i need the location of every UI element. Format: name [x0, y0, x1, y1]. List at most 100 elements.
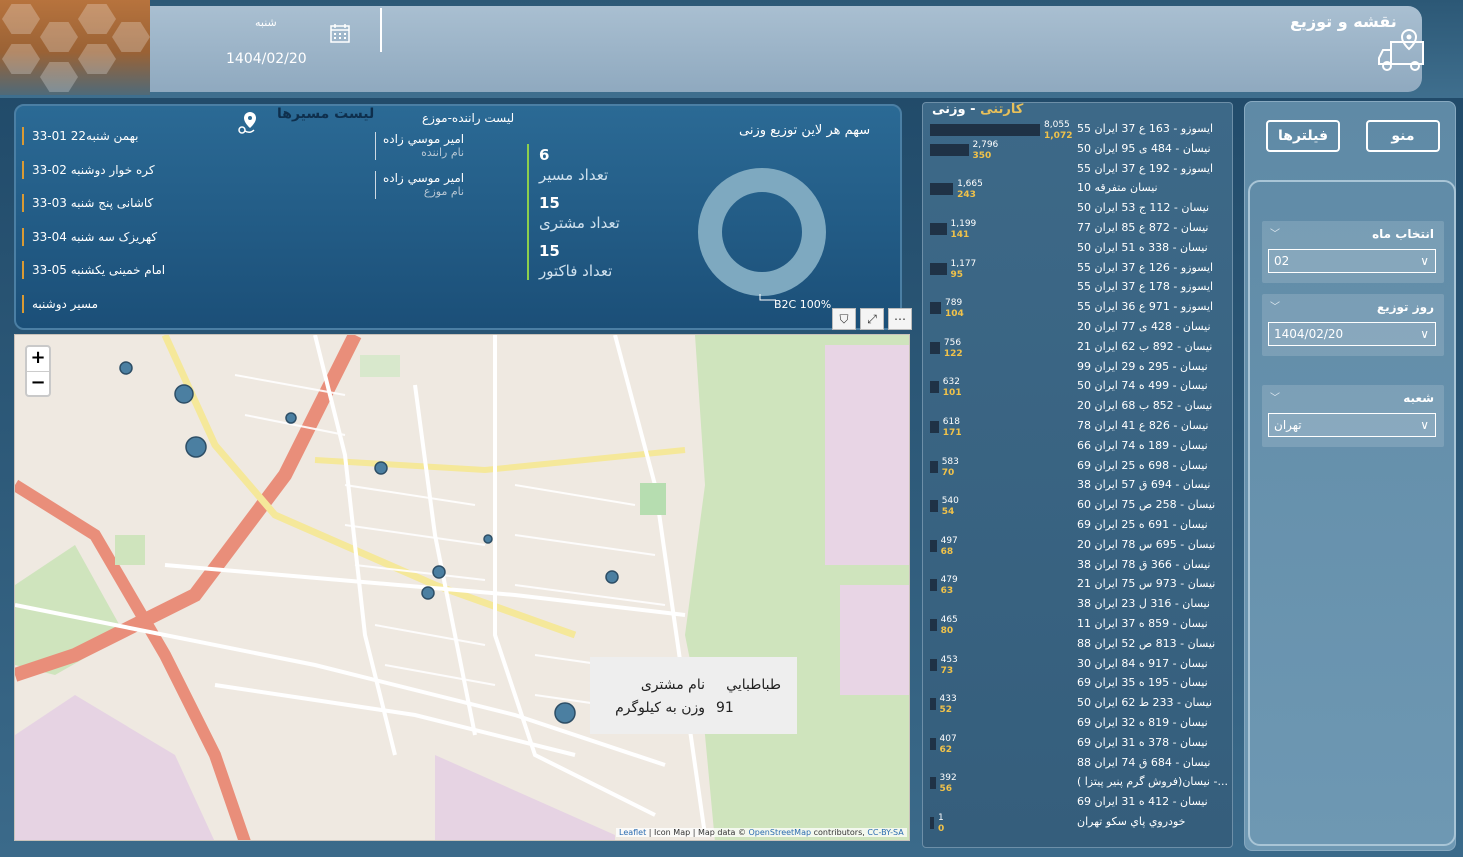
carton-value: 56	[939, 784, 953, 795]
route-item[interactable]: کاشانی پنج شنبه 03-33	[22, 194, 222, 212]
route-item[interactable]: مسیر دوشنبه	[22, 295, 222, 313]
filter-month: ﹀ انتخاب ماه 02 ∨	[1262, 221, 1444, 283]
osm-link[interactable]: OpenStreetMap	[749, 828, 812, 837]
weight-bar	[930, 302, 941, 315]
truck-label: نیسان - 484 ی 95 ایران 50	[1077, 141, 1211, 155]
list-item[interactable]: 392 56 نیسان(فروش گرم پنیر پیتزا ) -...	[928, 773, 1228, 795]
map-attribution: Leaflet | Icon Map | Map data © OpenStre…	[616, 828, 907, 837]
kpi-routes-value: 6	[539, 146, 550, 164]
tooltip-name-value: طباطبايي	[726, 677, 781, 693]
month-select[interactable]: 02 ∨	[1268, 249, 1436, 273]
chevron-up-icon[interactable]: ﹀	[1270, 389, 1280, 404]
weight-value: 618	[942, 417, 960, 427]
truck-label: ایسوزو - 126 ع 37 ایران 55	[1077, 260, 1214, 274]
list-item[interactable]: نیسان - 316 ل 23 ایران 38	[928, 597, 1228, 617]
list-item[interactable]: 1,665 243 نیسان متفرقه 10	[928, 179, 1228, 201]
more-options-icon[interactable]: ⋯	[888, 308, 912, 330]
list-item[interactable]: نیسان - 684 ق 74 ایران 88	[928, 756, 1228, 776]
list-item[interactable]: 407 62 نیسان - 378 ه 31 ایران 69	[928, 734, 1228, 756]
kpi-customers-value: 15	[539, 194, 560, 212]
list-item[interactable]: 618 171 نیسان - 826 ع 41 ایران 78	[928, 417, 1228, 439]
weight-value: 1,665	[957, 179, 983, 190]
tooltip-weight-label: وزن به کیلوگرم	[615, 700, 705, 716]
distributor-name: امير موسي زاده	[383, 171, 465, 185]
map[interactable]	[14, 334, 910, 841]
weight-bar	[930, 539, 937, 552]
day-label: شنبه	[255, 16, 277, 29]
weight-bar	[930, 381, 939, 394]
list-item[interactable]: نیسان - 189 ه 74 ایران 66	[928, 439, 1228, 459]
zoom-out-button[interactable]: −	[27, 371, 49, 395]
truck-label: نیسان - 698 ه 25 ایران 69	[1077, 458, 1208, 472]
weight-bar	[930, 619, 937, 631]
list-item[interactable]: 632 101 نیسان - 499 ه 74 ایران 50	[928, 377, 1228, 399]
chevron-up-icon[interactable]: ﹀	[1270, 298, 1280, 313]
chevron-up-icon[interactable]: ﹀	[1270, 225, 1280, 240]
truck-label: نیسان - 378 ه 31 ایران 69	[1077, 735, 1208, 749]
truck-label: نیسان(فروش گرم پنیر پیتزا ) -...	[1077, 775, 1228, 789]
list-item[interactable]: 2,796 350 نیسان - 484 ی 95 ایران 50	[928, 140, 1228, 162]
kpi-invoices-value: 15	[539, 242, 560, 260]
menu-button[interactable]: منو	[1366, 120, 1440, 152]
list-item[interactable]: 1 0 خودروي پاي سكو تهران	[928, 813, 1228, 835]
weight-value: 392	[939, 773, 957, 784]
list-item[interactable]: ایسوزو - 178 ع 37 ایران 55	[928, 280, 1228, 300]
list-title-b: کارتنی	[980, 102, 1024, 117]
location-pin-icon	[238, 112, 256, 134]
list-item[interactable]: نیسان - 295 ه 29 ایران 99	[928, 360, 1228, 380]
donut-chart[interactable]	[697, 167, 827, 297]
list-item[interactable]: نیسان - 366 ق 78 ایران 38	[928, 558, 1228, 578]
list-item[interactable]: 497 68 نیسان - 695 س 78 ایران 20	[928, 536, 1228, 558]
list-item[interactable]: نیسان - 852 ب 68 ایران 20	[928, 399, 1228, 419]
kpi-customers-label: تعداد مشتری	[539, 214, 620, 232]
driver-name: امير موسي زاده	[383, 132, 465, 146]
focus-mode-icon[interactable]: ⤢	[860, 308, 884, 330]
list-item[interactable]: 453 73 نیسان - 917 ه 84 ایران 30	[928, 655, 1228, 677]
truck-label: نیسان - 872 ع 85 ایران 77	[1077, 221, 1209, 234]
list-item[interactable]: نیسان - 412 ه 31 ایران 69	[928, 795, 1228, 815]
list-item[interactable]: نیسان - 819 ه 32 ایران 69	[928, 716, 1228, 736]
donut-slice-b2c[interactable]	[698, 168, 826, 296]
license-link[interactable]: CC-BY-SA	[867, 828, 903, 837]
filter-icon[interactable]: ⛉	[832, 308, 856, 330]
list-item[interactable]: نیسان - 694 ق 57 ایران 38	[928, 478, 1228, 498]
list-item[interactable]: 1,177 95 ایسوزو - 126 ع 37 ایران 55	[928, 258, 1228, 281]
list-item[interactable]: نیسان - 813 ص 52 ایران 88	[928, 637, 1228, 657]
weight-bar	[930, 421, 939, 433]
truck-label: ایسوزو - 971 ع 36 ایران 55	[1077, 300, 1214, 314]
leaflet-link[interactable]: Leaflet	[619, 828, 646, 837]
list-item[interactable]: نیسان - 691 ه 25 ایران 69	[928, 518, 1228, 538]
carton-value: 80	[940, 626, 954, 636]
list-item[interactable]: 789 104 ایسوزو - 971 ع 36 ایران 55	[928, 298, 1228, 320]
truck-label: ایسوزو - 192 ع 37 ایران 55	[1077, 161, 1214, 175]
route-item[interactable]: بهمن شنبه22 01-33	[22, 127, 222, 145]
calendar-icon[interactable]	[329, 22, 351, 44]
carton-value: 68	[940, 546, 954, 557]
list-item[interactable]: نیسان - 428 ی 77 ایران 20	[928, 320, 1228, 340]
carton-value: 52	[939, 705, 953, 716]
attribution-text: | Icon Map | Map data ©	[646, 828, 749, 837]
weight-value: 1,177	[950, 258, 977, 269]
list-item[interactable]: نیسان - 195 ه 35 ایران 69	[928, 676, 1228, 696]
driver-role: نام راننده	[421, 146, 465, 159]
list-item[interactable]: 479 63 نیسان - 973 س 75 ایران 21	[928, 575, 1228, 597]
branch-select[interactable]: تهران ∨	[1268, 413, 1436, 437]
weight-bar	[930, 143, 969, 156]
list-item[interactable]: 540 54 نیسان - 258 ص 75 ایران 60	[928, 496, 1228, 518]
route-item[interactable]: امام خمینی یکشنبه 05-33	[22, 261, 222, 279]
filters-button[interactable]: فیلترها	[1266, 120, 1340, 152]
route-item[interactable]: کهریزک سه شنبه 04-33	[22, 228, 222, 246]
weight-bar	[930, 460, 938, 473]
truck-label: نیسان - 366 ق 78 ایران 38	[1077, 557, 1211, 571]
list-item[interactable]: 756 122 نیسان - 892 ب 62 ایران 21	[928, 338, 1228, 360]
list-item[interactable]: 465 80 نیسان - 859 ه 37 ایران 11	[928, 615, 1228, 637]
list-item[interactable]: 1,199 141 نیسان - 872 ع 85 ایران 77	[928, 219, 1228, 241]
list-item[interactable]: 583 70 نیسان - 698 ه 25 ایران 69	[928, 457, 1228, 479]
donut-label: B2C 100%	[774, 298, 832, 311]
zoom-in-button[interactable]: +	[27, 347, 49, 371]
day-select[interactable]: 1404/02/20 ∨	[1268, 322, 1436, 346]
list-item[interactable]: 433 52 نیسان - 233 ط 62 ایران 50	[928, 694, 1228, 716]
route-item[interactable]: کره خوار دوشنبه 02-33	[22, 161, 222, 179]
weight-bar	[930, 817, 934, 829]
weight-value: 465	[940, 615, 958, 625]
